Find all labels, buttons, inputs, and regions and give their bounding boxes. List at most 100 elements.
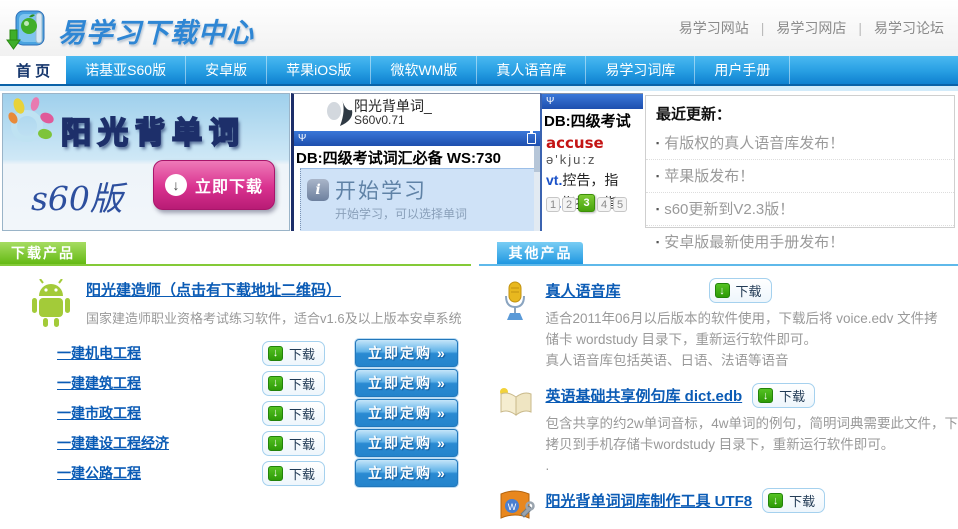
order-label: 立即定购 — [368, 373, 432, 393]
other-title-dict-tool[interactable]: 阳光背单词词库制作工具 UTF8 — [545, 490, 752, 511]
list-item[interactable]: ▪ 安卓版最新使用手册发布！ — [646, 226, 954, 258]
section-tab-downloads: 下载产品 — [0, 242, 86, 264]
download-button[interactable]: ↓下载 — [752, 383, 815, 408]
banner-download-button[interactable]: ↓ 立即下载 — [153, 160, 275, 210]
site-header: 易学习下载中心 易学习网站 | 易学习网店 | 易学习论坛 — [0, 0, 958, 56]
product-link-gonglu[interactable]: 一建公路工程 — [57, 463, 262, 483]
download-button[interactable]: ↓下载 — [262, 341, 325, 366]
description-line: 拷贝到手机存储卡wordstudy 目录下，重新运行软件即可。 — [545, 434, 958, 455]
section-tab-others: 其他产品 — [497, 242, 583, 264]
update-text: 有版权的真人语音库发布！ — [664, 135, 844, 152]
download-button[interactable]: ↓ 下载 — [262, 401, 325, 426]
recent-updates-panel: 最近更新： ▪有版权的真人语音库发布！ ▪苹果版发布！ ▪s60更新到V2.3版… — [645, 95, 955, 228]
description-line: 真人语音库包括英语、日语、法语等语音 — [545, 350, 937, 371]
download-button[interactable]: ↓ 下载 — [262, 371, 325, 396]
site-logo[interactable]: 易学习下载中心 — [6, 4, 254, 57]
chevron-right-icon: » — [437, 345, 445, 361]
other-title-sentence-db[interactable]: 英语基础共享例句库 dict.edb — [545, 385, 742, 406]
page-dot-3-active[interactable]: 3 — [578, 194, 595, 212]
list-item[interactable]: ▪ 有版权的真人语音库发布！ — [646, 127, 954, 160]
download-button[interactable]: ↓下载 — [762, 488, 825, 513]
description-line: 储卡 wordstudy 目录下，重新运行软件即可。 — [545, 329, 937, 350]
app-screenshot-1: 阳光背单词_ S60v0.71 Ψ DB:四级考试词汇必备 WS:730 i 开… — [291, 93, 540, 231]
bullet-icon: ▪ — [656, 171, 659, 181]
list-item[interactable]: ▪苹果版发布！ — [646, 160, 954, 193]
item-description: 适合2011年06月以后版本的软件使用，下载后将 voice.edv 文件拷 储… — [545, 308, 937, 371]
order-now-button[interactable]: 立即定购» — [355, 429, 458, 457]
product-link-jingji[interactable]: 一建建设工程经济 — [57, 433, 262, 453]
word-headword: accuse — [546, 134, 643, 152]
app-version: S60v0.71 — [354, 114, 432, 128]
chevron-right-icon: » — [437, 435, 445, 451]
info-icon: i — [307, 179, 329, 201]
page-dot-2[interactable]: 2 — [562, 197, 576, 212]
nav-tab-wm[interactable]: 微软WM版 — [371, 56, 477, 84]
order-now-button[interactable]: 立即定购» — [355, 399, 458, 427]
description-line: . — [545, 455, 958, 476]
page-dot-1[interactable]: 1 — [546, 197, 560, 212]
order-now-button[interactable]: 立即定购» — [355, 369, 458, 397]
update-text: 安卓版最新使用手册发布！ — [664, 234, 844, 251]
download-label: 下载 — [779, 386, 805, 405]
nav-tab-ios[interactable]: 苹果iOS版 — [267, 56, 371, 84]
nav-strip — [0, 86, 958, 91]
word-phonetic: ə'kju:z — [546, 152, 643, 167]
table-row: 一建市政工程 ↓ 下载 立即定购» — [57, 398, 471, 428]
bullet-icon: ▪ — [656, 237, 659, 247]
product-link-shizheng[interactable]: 一建市政工程 — [57, 403, 262, 423]
nav-tab-home[interactable]: 首 页 — [0, 56, 66, 84]
order-label: 立即定购 — [368, 403, 432, 423]
toolkit-icon: W — [497, 488, 537, 529]
microphone-icon — [497, 278, 537, 371]
download-label: 下载 — [289, 404, 315, 423]
download-icon: ↓ — [268, 376, 283, 391]
product-link-jidian[interactable]: 一建机电工程 — [57, 343, 262, 363]
top-link-forum[interactable]: 易学习论坛 — [874, 18, 944, 38]
banner-title: 阳光背单词 — [61, 108, 246, 152]
other-products-section: 其他产品 真人语音库 ↓下载 — [479, 242, 958, 529]
bullet-icon: ▪ — [656, 138, 659, 148]
antenna-icon: Ψ — [546, 96, 554, 107]
download-icon: ↓ — [268, 436, 283, 451]
menu-item-start-learning[interactable]: i 开始学习 开始学习，可以选择单词 — [300, 168, 540, 231]
list-item[interactable]: ▪s60更新到V2.3版！ — [646, 193, 954, 226]
other-title-voice-library[interactable]: 真人语音库 — [545, 280, 620, 301]
update-text: s60更新到V2.3版！ — [664, 201, 794, 218]
section-header-downloads: 下载产品 — [0, 242, 471, 266]
divider: | — [761, 20, 765, 36]
nav-tab-voice-library[interactable]: 真人语音库 — [477, 56, 586, 84]
download-button[interactable]: ↓下载 — [262, 431, 325, 456]
banner-carousel: 阳光背单词 s60版 ↓ 立即下载 阳光背单词_ S60v0.71 — [0, 93, 958, 231]
table-row: 一建建设工程经济 ↓下载 立即定购» — [57, 428, 471, 458]
nav-tab-dictionary[interactable]: 易学习词库 — [586, 56, 695, 84]
order-now-button[interactable]: 立即定购» — [355, 459, 458, 487]
top-link-website[interactable]: 易学习网站 — [679, 18, 749, 38]
product-link-jianzhu[interactable]: 一建建筑工程 — [57, 373, 262, 393]
order-now-button[interactable]: 立即定购 » — [355, 339, 458, 367]
top-link-store[interactable]: 易学习网店 — [776, 18, 846, 38]
download-label: 下载 — [289, 374, 315, 393]
banner-edition: s60版 — [31, 172, 123, 220]
order-label: 立即定购 — [368, 343, 432, 363]
nav-tab-nokia-s60[interactable]: 诺基亚S60版 — [66, 56, 186, 84]
download-button[interactable]: ↓下载 — [709, 278, 772, 303]
download-label: 下载 — [289, 464, 315, 483]
download-button[interactable]: ↓下载 — [262, 461, 325, 486]
download-icon: ↓ — [268, 406, 283, 421]
banner-ad[interactable]: 阳光背单词 s60版 ↓ 立即下载 — [2, 93, 290, 231]
page-dot-5[interactable]: 5 — [613, 197, 627, 212]
antenna-icon: Ψ — [298, 133, 306, 144]
page-dot-4[interactable]: 4 — [597, 197, 611, 212]
product-title-link[interactable]: 阳光建造师（点击有下载地址二维码） — [86, 282, 341, 299]
description-line: 包含共享的约2w单词音标，4w单词的例句，简明词典需要此文件，下 — [545, 413, 958, 434]
nav-tab-android[interactable]: 安卓版 — [186, 56, 267, 84]
page: 易学习下载中心 易学习网站 | 易学习网店 | 易学习论坛 首 页 诺基亚S60… — [0, 0, 958, 479]
nav-tab-manual[interactable]: 用户手册 — [695, 56, 790, 84]
list-item: W 阳光背单词词库制作工具 UTF8 ↓下载 — [497, 488, 958, 529]
site-title: 易学习下载中心 — [58, 11, 254, 50]
battery-icon — [527, 133, 536, 144]
app-logo-icon — [324, 98, 358, 133]
banner-download-label: 立即下载 — [195, 173, 263, 197]
download-label: 下载 — [736, 281, 762, 300]
android-icon — [28, 279, 74, 334]
